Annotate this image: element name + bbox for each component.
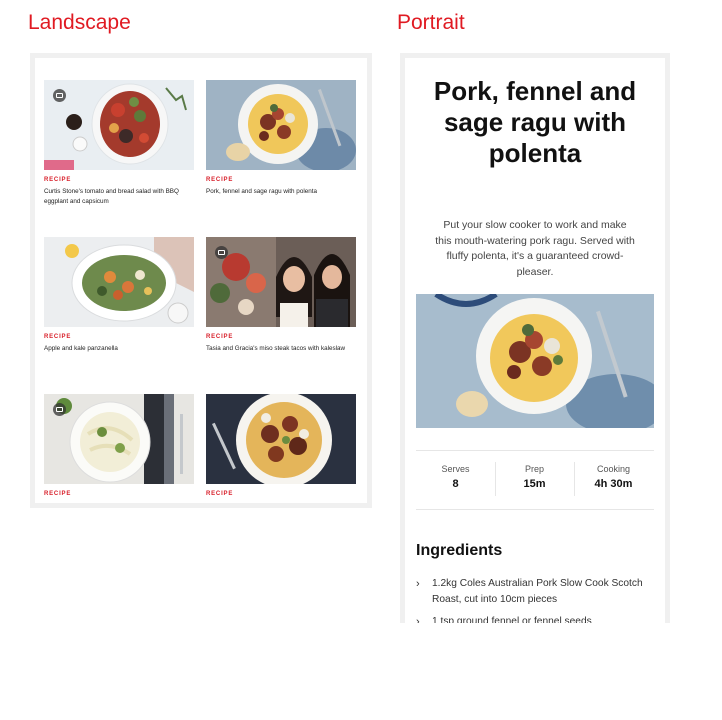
video-camera-icon	[215, 246, 228, 259]
recipe-title[interactable]: Tasia and Gracia's miso steak tacos with…	[206, 344, 356, 354]
recipe-tag: RECIPE	[44, 491, 72, 497]
landscape-panel: RECIPE Curtis Stone's tomato and bread s…	[30, 53, 372, 508]
stat-value: 15m	[523, 478, 546, 490]
ingredient-text: 1 tsp ground fennel or fennel seeds	[432, 616, 592, 623]
recipe-image[interactable]	[206, 237, 356, 327]
recipe-tag: RECIPE	[206, 334, 234, 340]
stat-value: 4h 30m	[594, 478, 633, 490]
chevron-right-icon: ›	[416, 578, 420, 590]
recipe-tag: RECIPE	[44, 334, 72, 340]
stat-label: Prep	[524, 464, 544, 474]
stat-label: Serves	[441, 464, 470, 474]
stat-value: 8	[452, 478, 459, 490]
recipe-image[interactable]	[44, 80, 194, 170]
recipe-tag: RECIPE	[44, 177, 72, 183]
recipe-tag: RECIPE	[206, 177, 234, 183]
recipe-title[interactable]: Apple and kale panzanella	[44, 344, 194, 354]
recipe-title: Pork, fennel and sage ragu with polenta	[433, 76, 637, 168]
stat-prep: Prep 15m	[495, 451, 574, 509]
ingredients-heading: Ingredients	[416, 542, 503, 559]
recipe-image[interactable]	[206, 80, 356, 170]
stat-serves: Serves 8	[416, 451, 495, 509]
recipe-description: Put your slow cooker to work and make th…	[435, 219, 635, 278]
recipe-image[interactable]	[44, 237, 194, 327]
recipe-stats: Serves 8 Prep 15m Cooking 4h 30m	[416, 450, 654, 510]
recipe-tag: RECIPE	[206, 491, 234, 497]
recipe-hero-image	[416, 294, 654, 428]
recipe-image[interactable]	[44, 394, 194, 484]
recipe-detail: Pork, fennel and sage ragu with polenta …	[405, 58, 665, 623]
chevron-right-icon: ›	[416, 616, 420, 623]
recipe-image[interactable]	[206, 394, 356, 484]
recipe-title[interactable]: Curtis Stone's tomato and bread salad wi…	[44, 187, 194, 206]
video-camera-icon	[53, 403, 66, 416]
video-camera-icon	[53, 89, 66, 102]
portrait-heading: Portrait	[397, 11, 465, 34]
stat-label: Cooking	[596, 464, 631, 474]
stat-cooking: Cooking 4h 30m	[574, 451, 653, 509]
ingredient-text: 1.2kg Coles Australian Pork Slow Cook Sc…	[432, 578, 643, 605]
recipe-grid: RECIPE Curtis Stone's tomato and bread s…	[35, 58, 367, 503]
landscape-heading: Landscape	[28, 11, 131, 34]
portrait-panel: Pork, fennel and sage ragu with polenta …	[400, 53, 670, 623]
recipe-title[interactable]: Pork, fennel and sage ragu with polenta	[206, 187, 356, 197]
